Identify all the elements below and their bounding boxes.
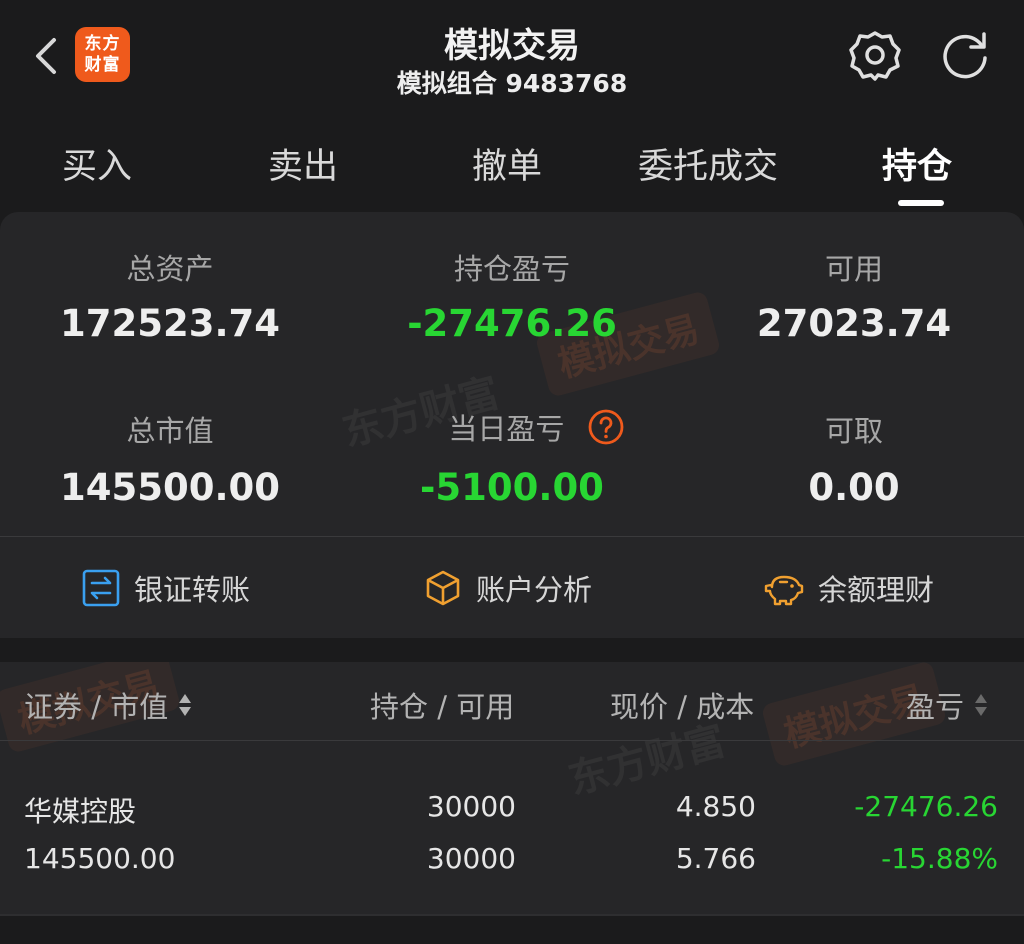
holdings-table: 模拟交易 模拟交易 东方财富 证券 / 市值 持仓 / 可用 现价 / 成本 盈… — [0, 662, 1024, 914]
header-position-available: 持仓 / 可用 — [370, 684, 514, 726]
available-value: 27023.74 — [756, 302, 952, 345]
total-assets-value: 172523.74 — [59, 302, 280, 345]
profit-loss-percent: -15.88% — [881, 842, 998, 875]
daily-pl-label: 当日盈亏 — [448, 412, 565, 446]
available-label: 可用 — [824, 252, 883, 286]
account-analysis-button[interactable]: 账户分析 — [424, 566, 592, 610]
tab-orders-trades[interactable]: 委托成交 — [638, 138, 778, 189]
withdrawable-value: 0.00 — [808, 466, 900, 509]
trade-tabs: 买入 卖出 撤单 委托成交 持仓 — [0, 130, 1024, 210]
position-page: 东方 财富 模拟交易 模拟组合 9483768 买入 卖出 撤单 委托成交 持仓… — [0, 0, 1024, 944]
current-price: 4.850 — [675, 790, 756, 823]
header-pl[interactable]: 盈亏 — [906, 684, 988, 726]
header-security-label: 证券 / 市值 — [24, 690, 169, 724]
refresh-icon[interactable] — [938, 28, 992, 82]
question-icon[interactable] — [588, 409, 624, 445]
piggy-bank-icon — [764, 575, 804, 606]
active-tab-indicator — [898, 200, 944, 206]
sort-icon — [179, 694, 192, 716]
header-security-value[interactable]: 证券 / 市值 — [24, 684, 192, 726]
header-price-cost: 现价 / 成本 — [610, 684, 754, 726]
header-position-label: 持仓 / 可用 — [370, 690, 515, 724]
cube-icon — [426, 570, 460, 606]
tab-sell[interactable]: 卖出 — [268, 138, 338, 189]
profit-loss-amount: -27476.26 — [854, 790, 998, 823]
position-qty: 30000 — [426, 790, 516, 823]
gear-icon[interactable] — [848, 28, 902, 82]
market-value-label: 总市值 — [126, 414, 214, 448]
balance-finance-button[interactable]: 余额理财 — [764, 566, 934, 610]
market-value-value: 145500.00 — [59, 466, 280, 509]
table-header-divider — [0, 740, 1024, 741]
transfer-icon — [82, 569, 120, 607]
cost-price: 5.766 — [675, 842, 756, 875]
total-assets-label: 总资产 — [126, 252, 214, 286]
header-pl-label: 盈亏 — [906, 690, 965, 724]
bank-transfer-label: 银证转账 — [134, 573, 251, 607]
balance-finance-label: 余额理财 — [818, 573, 935, 607]
daily-pl-value: -5100.00 — [420, 466, 604, 509]
security-name: 华媒控股 — [24, 795, 137, 828]
bank-transfer-button[interactable]: 银证转账 — [82, 566, 250, 610]
header-price-label: 现价 / 成本 — [610, 690, 755, 724]
security-market-value: 145500.00 — [24, 842, 176, 875]
account-analysis-label: 账户分析 — [476, 573, 593, 607]
available-qty: 30000 — [426, 842, 516, 875]
tab-buy[interactable]: 买入 — [62, 138, 132, 189]
daily-pl-label-wrap: 当日盈亏 — [366, 406, 706, 448]
position-pl-label: 持仓盈亏 — [453, 252, 570, 286]
header: 东方 财富 模拟交易 模拟组合 9483768 — [0, 0, 1024, 110]
account-summary-card: 东方财富 模拟交易 总资产 172523.74 持仓盈亏 -27476.26 可… — [0, 212, 1024, 638]
bottom-divider — [0, 914, 1024, 916]
card-divider — [0, 536, 1024, 537]
position-pl-value: -27476.26 — [407, 302, 617, 345]
sort-icon — [975, 694, 988, 716]
withdrawable-label: 可取 — [824, 414, 883, 448]
tab-positions[interactable]: 持仓 — [882, 138, 952, 189]
tab-cancel-order[interactable]: 撤单 — [472, 138, 542, 189]
